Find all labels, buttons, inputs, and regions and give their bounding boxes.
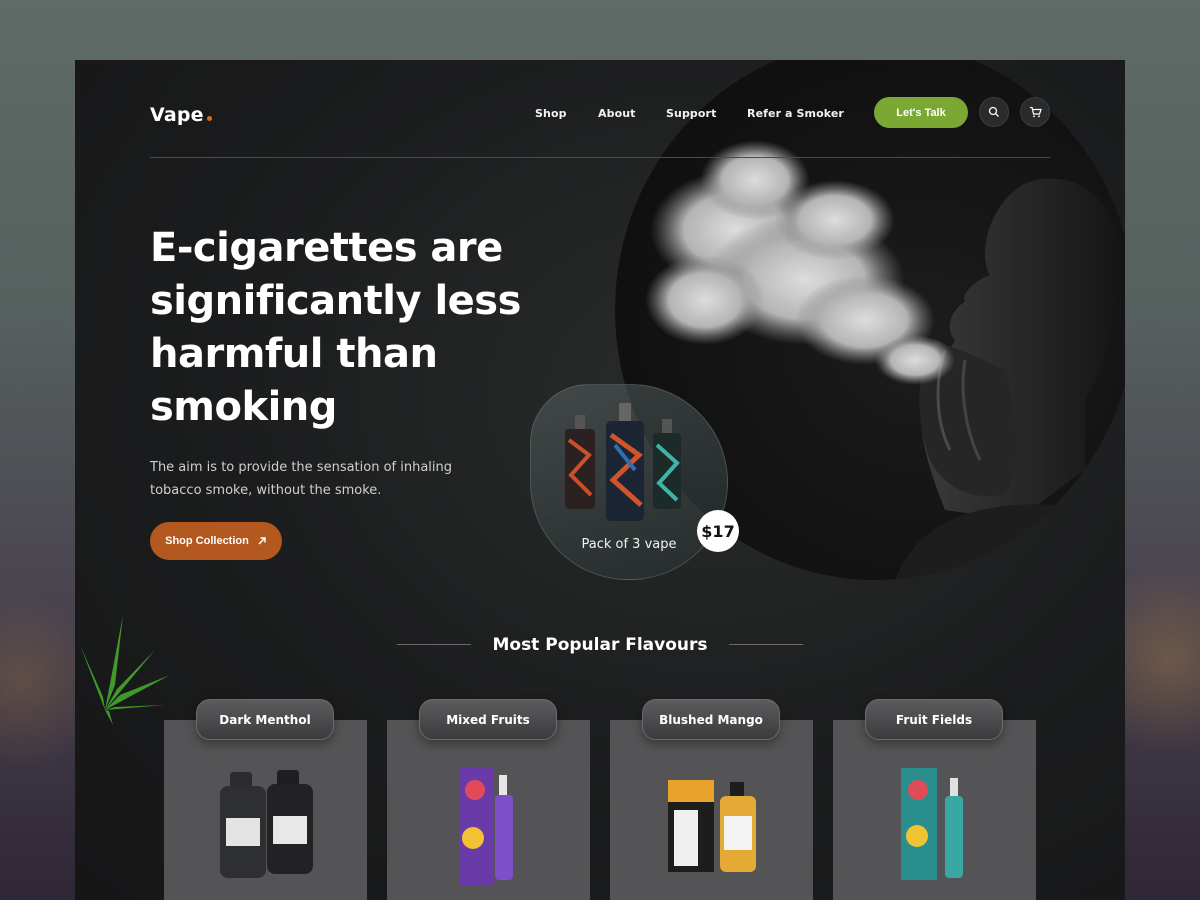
dark-menthol-product-image [220,770,313,878]
featured-product-label: Pack of 3 vape [581,537,677,552]
cart-icon [1029,106,1042,118]
nav-about[interactable]: About [598,107,636,120]
flavour-name-pill: Mixed Fruits [419,699,557,740]
cart-button[interactable] [1020,97,1050,127]
flavour-card-blushed-mango[interactable] [610,720,813,900]
shop-collection-label: Shop Collection [165,535,249,547]
arrow-up-right-icon [258,537,266,545]
flavour-name-pill: Blushed Mango [642,699,780,740]
cannabis-leaf-icon [80,615,170,725]
flavour-card-dark-menthol[interactable] [164,720,367,900]
nav-support[interactable]: Support [666,107,716,120]
lets-talk-button[interactable]: Let's Talk [874,97,968,128]
hero-title-line: significantly less [150,278,521,324]
section-divider-right [729,644,803,645]
hero-title: E-cigarettes are significantly less harm… [150,222,570,434]
hero-subtitle-line: The aim is to provide the sensation of i… [150,460,453,475]
flavour-card-fruit-fields[interactable] [833,720,1036,900]
featured-product-card[interactable]: Pack of 3 vape [530,384,728,580]
nav-shop[interactable]: Shop [535,107,567,120]
flavour-name-pill: Dark Menthol [196,699,334,740]
logo-dot [206,116,212,121]
brand-logo[interactable]: Vape [150,104,212,126]
featured-product-price-badge: $17 [697,510,739,552]
shop-collection-button[interactable]: Shop Collection [150,522,282,560]
section-title: Most Popular Flavours [492,635,708,655]
hero-subtitle: The aim is to provide the sensation of i… [150,456,460,502]
header-divider [150,157,1050,158]
search-icon [988,106,999,117]
page-frame: Vape Shop About Support Refer a Smoker L… [75,60,1125,900]
nav-refer-a-smoker[interactable]: Refer a Smoker [747,107,844,120]
hero-title-line: harmful than [150,331,438,377]
hero-subtitle-line: tobacco smoke, without the smoke. [150,483,382,498]
brand-name: Vape [150,104,204,126]
fruit-fields-product-image [901,768,963,880]
flavour-card-mixed-fruits[interactable] [387,720,590,900]
search-button[interactable] [979,97,1009,127]
hero-title-line: E-cigarettes are [150,225,503,271]
hero-title-line: smoking [150,384,337,430]
blushed-mango-product-image [668,780,756,872]
mixed-fruits-product-image [459,768,513,886]
flavour-name-pill: Fruit Fields [865,699,1003,740]
